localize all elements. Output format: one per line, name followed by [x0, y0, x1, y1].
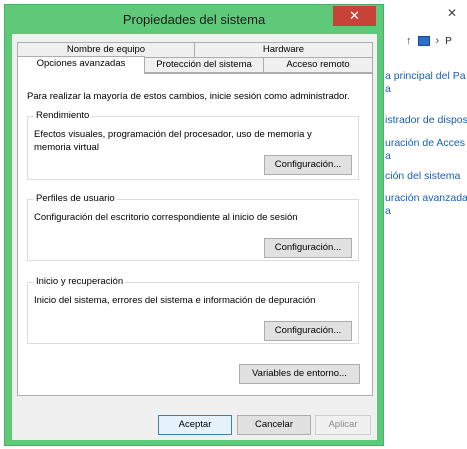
close-button[interactable]: ✕: [333, 6, 376, 26]
close-icon: ✕: [349, 8, 360, 23]
address-bar[interactable]: ↑ › P: [388, 30, 467, 52]
performance-settings-button[interactable]: Configuración...: [264, 155, 352, 175]
admin-note: Para realizar la mayoría de estos cambio…: [27, 91, 350, 102]
control-panel-titlebar: ✕: [384, 0, 467, 30]
user-profiles-group: Perfiles de usuario Configuración del es…: [27, 193, 359, 261]
group-title: Inicio y recuperación: [34, 276, 126, 287]
tab-system-protection[interactable]: Protección del sistema: [144, 57, 264, 73]
system-properties-dialog: Propiedades del sistema ✕ Nombre de equi…: [4, 4, 384, 446]
group-title: Perfiles de usuario: [34, 193, 117, 204]
startup-recovery-group: Inicio y recuperación Inicio del sistema…: [27, 276, 359, 344]
group-description: Inicio del sistema, errores del sistema …: [34, 295, 316, 306]
ok-button[interactable]: Aceptar: [158, 415, 232, 435]
group-title: Rendimiento: [34, 110, 92, 121]
close-icon[interactable]: ✕: [447, 6, 457, 20]
group-description: Configuración del escritorio correspondi…: [34, 212, 298, 223]
tab-hardware[interactable]: Hardware: [194, 42, 373, 58]
user-profiles-settings-button[interactable]: Configuración...: [264, 238, 352, 258]
dialog-titlebar[interactable]: Propiedades del sistema ✕: [5, 5, 383, 33]
tab-advanced-options[interactable]: Opciones avanzadas: [17, 56, 145, 74]
cancel-button[interactable]: Cancelar: [237, 415, 311, 435]
link-control-panel-home[interactable]: a principal del Pa a: [385, 70, 466, 96]
environment-variables-button[interactable]: Variables de entorno...: [239, 364, 360, 384]
computer-icon: [417, 36, 430, 46]
apply-button[interactable]: Aplicar: [315, 415, 371, 435]
link-device-manager[interactable]: istrador de dispos: [385, 114, 467, 127]
link-system-protection[interactable]: ción del sistema: [385, 170, 460, 183]
up-arrow-icon[interactable]: ↑: [406, 35, 412, 47]
dialog-title: Propiedades del sistema: [122, 12, 266, 27]
startup-recovery-settings-button[interactable]: Configuración...: [264, 321, 352, 341]
performance-group: Rendimiento Efectos visuales, programaci…: [27, 110, 359, 180]
address-text: P: [445, 35, 452, 47]
tab-remote-access[interactable]: Acceso remoto: [263, 57, 373, 73]
link-remote-settings[interactable]: uración de Acces a: [385, 137, 465, 163]
link-advanced-settings[interactable]: uración avanzada a: [385, 192, 467, 218]
chevron-right-icon: ›: [435, 35, 440, 47]
group-description: Efectos visuales, programación del proce…: [34, 129, 312, 153]
dialog-client: Nombre de equipo Hardware Opciones avanz…: [12, 34, 377, 440]
